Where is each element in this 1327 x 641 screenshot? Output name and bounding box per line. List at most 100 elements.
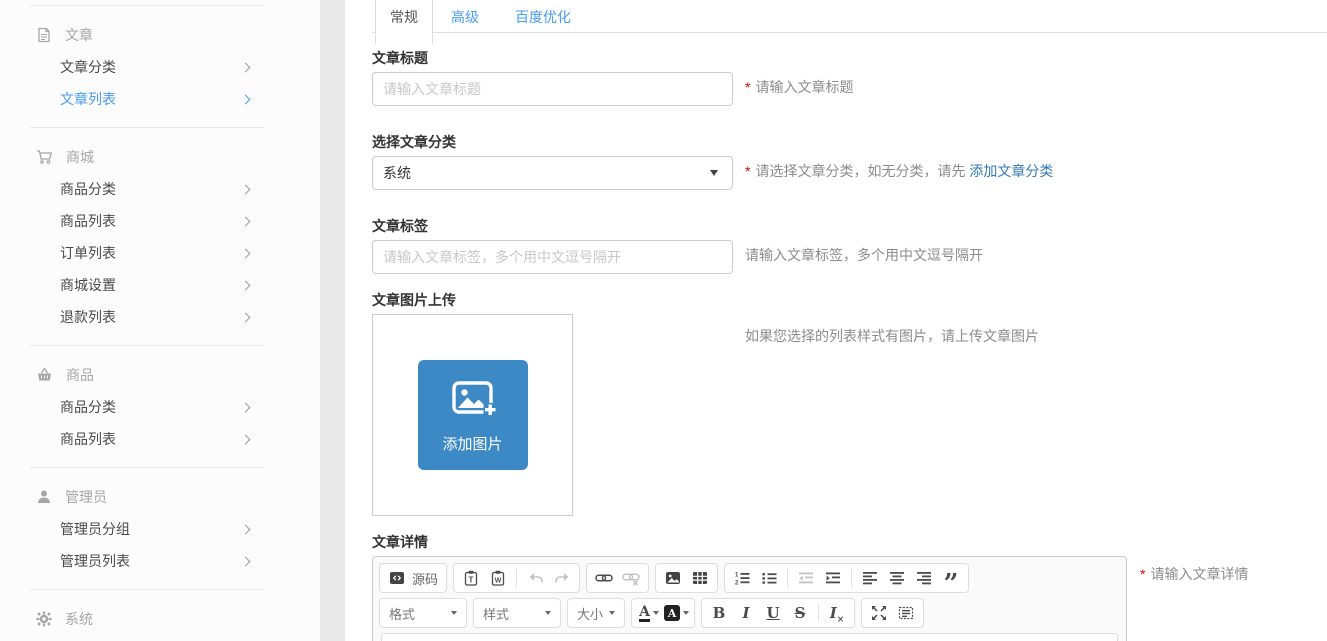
- paste-word-icon[interactable]: W: [486, 566, 510, 590]
- add-image-button[interactable]: 添加图片: [418, 360, 528, 470]
- tab-general[interactable]: 常规: [375, 0, 433, 44]
- background-color-icon[interactable]: A: [664, 601, 689, 625]
- sidebar-item-mall-refund-list[interactable]: 退款列表: [30, 301, 265, 333]
- chevron-right-icon: [241, 280, 251, 290]
- format-dropdown[interactable]: 格式: [379, 598, 467, 628]
- sidebar-header-goods[interactable]: 商品: [30, 359, 265, 391]
- title-label: 文章标题: [372, 50, 745, 66]
- form-row-category: 选择文章分类 系统 *请选择文章分类，如无分类，请先 添加文章分类: [372, 134, 1327, 190]
- sidebar-section-mall: 商城 商品分类 商品列表 订单列表 商城设置 退款列表: [30, 141, 265, 345]
- sidebar-item-article-list[interactable]: 文章列表: [30, 83, 265, 115]
- tab-baidu-seo[interactable]: 百度优化: [497, 0, 589, 33]
- bulleted-list-icon[interactable]: [757, 566, 781, 590]
- indent-icon[interactable]: [821, 566, 845, 590]
- clipboard-group: T W: [453, 563, 580, 593]
- color-group: A A: [631, 598, 695, 628]
- sidebar-section-system: 系统 基本信息: [30, 603, 265, 641]
- sidebar-divider: [30, 467, 265, 468]
- chevron-right-icon: [241, 312, 251, 322]
- sidebar-header-label: 管理员: [65, 487, 107, 507]
- article-icon: [36, 27, 52, 43]
- form-row-image: 文章图片上传 添加图片 如果您选择的列表样式有图片，请上传文章图片: [372, 292, 1327, 516]
- admin-icon: [36, 489, 52, 505]
- source-code-icon[interactable]: [385, 566, 409, 590]
- bold-icon[interactable]: B: [707, 601, 731, 625]
- align-right-icon[interactable]: [912, 566, 936, 590]
- sidebar-item-admin-list[interactable]: 管理员列表: [30, 545, 265, 577]
- sidebar-item-mall-order-list[interactable]: 订单列表: [30, 237, 265, 269]
- image-hint: 如果您选择的列表样式有图片，请上传文章图片: [745, 292, 1039, 516]
- sidebar: 文章 文章分类 文章列表 商城 商品分类: [0, 0, 320, 641]
- underline-icon[interactable]: U: [761, 601, 785, 625]
- unlink-icon[interactable]: [619, 566, 643, 590]
- sidebar-header-article[interactable]: 文章: [30, 19, 265, 51]
- paste-text-icon[interactable]: T: [459, 566, 483, 590]
- insert-table-icon[interactable]: [688, 566, 712, 590]
- sidebar-header-system[interactable]: 系统: [30, 603, 265, 635]
- sidebar-item-admin-group[interactable]: 管理员分组: [30, 513, 265, 545]
- title-input[interactable]: [372, 72, 733, 106]
- undo-icon[interactable]: [523, 566, 547, 590]
- remove-format-icon[interactable]: I×: [825, 601, 849, 625]
- link-icon[interactable]: [592, 566, 616, 590]
- sidebar-header-mall[interactable]: 商城: [30, 141, 265, 173]
- redo-icon[interactable]: [550, 566, 574, 590]
- rich-text-editor: 源码 T W: [372, 556, 1127, 641]
- required-asterisk: *: [1140, 566, 1145, 582]
- sidebar-item-mall-settings[interactable]: 商城设置: [30, 269, 265, 301]
- add-image-icon: [447, 376, 499, 425]
- content-hint: *请输入文章详情: [1140, 534, 1248, 641]
- sidebar-header-label: 系统: [65, 609, 93, 629]
- numbered-list-icon[interactable]: 12: [730, 566, 754, 590]
- tags-input[interactable]: [372, 240, 733, 274]
- tab-advanced[interactable]: 高级: [433, 0, 497, 33]
- text-color-icon[interactable]: A: [637, 601, 661, 625]
- category-select-value: 系统: [383, 163, 411, 183]
- goods-icon: [36, 367, 53, 383]
- blockquote-icon[interactable]: ”: [939, 566, 963, 590]
- align-center-icon[interactable]: [885, 566, 909, 590]
- sidebar-divider: [30, 589, 265, 590]
- mall-icon: [36, 149, 53, 165]
- sidebar-item-mall-product-category[interactable]: 商品分类: [30, 173, 265, 205]
- sidebar-item-goods-category[interactable]: 商品分类: [30, 391, 265, 423]
- title-hint: *请输入文章标题: [745, 50, 853, 106]
- sidebar-item-system-basic-info[interactable]: 基本信息: [30, 635, 265, 641]
- tags-hint: 请输入文章标签，多个用中文逗号隔开: [745, 218, 983, 274]
- sidebar-item-mall-product-list[interactable]: 商品列表: [30, 205, 265, 237]
- chevron-right-icon: [241, 524, 251, 534]
- sidebar-item-goods-list[interactable]: 商品列表: [30, 423, 265, 455]
- add-category-link[interactable]: 添加文章分类: [969, 163, 1053, 179]
- strikethrough-icon[interactable]: S: [788, 601, 812, 625]
- category-select[interactable]: 系统: [372, 156, 733, 190]
- chevron-right-icon: [241, 62, 251, 72]
- editor-content-area[interactable]: [381, 633, 1118, 641]
- paragraph-group: 12: [724, 563, 969, 593]
- svg-text:W: W: [495, 578, 502, 585]
- outdent-icon[interactable]: [794, 566, 818, 590]
- sidebar-section-article: 文章 文章分类 文章列表: [30, 19, 265, 127]
- caret-down-icon: [609, 611, 615, 615]
- style-dropdown[interactable]: 样式: [473, 598, 561, 628]
- sidebar-section-goods: 商品 商品分类 商品列表: [30, 359, 265, 467]
- show-blocks-icon[interactable]: [894, 601, 918, 625]
- tools-group: [861, 598, 924, 628]
- toolbar-separator: [818, 604, 819, 622]
- sidebar-header-label: 商城: [66, 147, 94, 167]
- select-caret-icon: [710, 170, 718, 176]
- tab-bar: 常规 高级 百度优化: [372, 0, 1327, 33]
- sidebar-divider: [30, 345, 265, 346]
- required-asterisk: *: [745, 79, 750, 95]
- caret-down-icon: [653, 611, 659, 615]
- sidebar-header-admin[interactable]: 管理员: [30, 481, 265, 513]
- tags-label: 文章标签: [372, 218, 745, 234]
- insert-image-icon[interactable]: [661, 566, 685, 590]
- source-code-button[interactable]: 源码: [412, 569, 441, 588]
- font-size-dropdown[interactable]: 大小: [567, 598, 625, 628]
- sidebar-item-article-category[interactable]: 文章分类: [30, 51, 265, 83]
- italic-icon[interactable]: I: [734, 601, 758, 625]
- align-left-icon[interactable]: [858, 566, 882, 590]
- editor-toolbar-row-1: 源码 T W: [379, 563, 1120, 593]
- maximize-icon[interactable]: [867, 601, 891, 625]
- chevron-right-icon: [241, 402, 251, 412]
